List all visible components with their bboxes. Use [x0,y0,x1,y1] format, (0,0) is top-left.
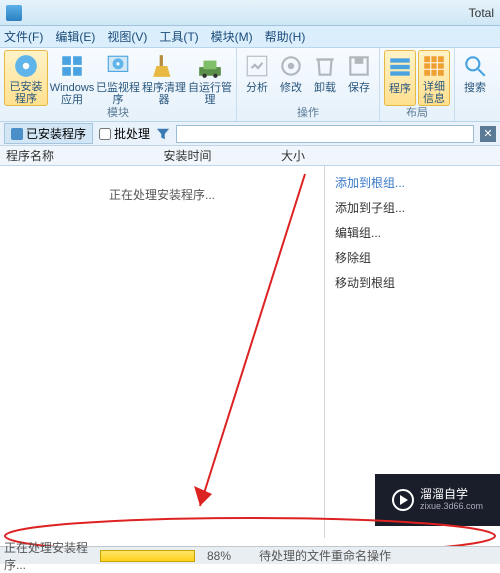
menu-help[interactable]: 帮助(H) [265,28,306,45]
side-add-sub[interactable]: 添加到子组... [325,195,500,220]
ribbon-group-layout: 程序 详细信息 布局 [380,48,455,121]
windows-icon [58,52,86,80]
search-icon [461,52,489,80]
ribbon-group-layout-label: 布局 [380,104,454,120]
menu-view[interactable]: 视图(V) [107,28,147,45]
ribbon-group-modules-label: 模块 [0,104,236,120]
program-list-pane: 正在处理安装程序... [0,166,325,538]
rbtn-cleaner[interactable]: 程序清理器 [142,50,186,106]
side-move-root[interactable]: 移动到根组 [325,270,500,295]
status-bar: 正在处理安装程序... 88% 待处理的文件重命名操作 [0,546,500,564]
ribbon: 已安装程序 Windows 应用 已监视程序 程序清理器 自运行管理 模块 [0,48,500,122]
rbtn-installed[interactable]: 已安装程序 [4,50,48,106]
app-title: Total [28,6,494,20]
rbtn-programs-label: 程序 [389,83,411,95]
grid-icon [420,53,448,79]
title-bar: Total [0,0,500,26]
rbtn-monitored[interactable]: 已监视程序 [96,50,140,106]
rbtn-monitored-label: 已监视程序 [96,82,140,106]
menu-file[interactable]: 文件(F) [4,28,43,45]
batch-checkbox-input[interactable] [99,128,111,140]
rbtn-winapps-label: Windows 应用 [50,82,95,106]
annotation-arrow [0,166,325,538]
ribbon-group-search: 搜索 [455,48,495,121]
rbtn-save-label: 保存 [348,82,370,94]
disc-icon [12,53,40,79]
filter-bar: 已安装程序 批处理 ✕ [0,122,500,146]
menu-bar: 文件(F) 编辑(E) 视图(V) 工具(T) 模块(M) 帮助(H) [0,26,500,48]
analyze-icon [243,52,271,80]
ribbon-group-modules: 已安装程序 Windows 应用 已监视程序 程序清理器 自运行管理 模块 [0,48,237,121]
filter-search-input[interactable] [176,125,474,143]
processing-message: 正在处理安装程序... [0,186,324,203]
side-add-root[interactable]: 添加到根组... [325,170,500,195]
col-size[interactable]: 大小 [255,147,325,164]
save-icon [345,52,373,80]
status-processing: 正在处理安装程序... [0,539,100,573]
status-pending: 待处理的文件重命名操作 [259,547,391,564]
rbtn-uninstall[interactable]: 卸载 [309,50,341,106]
rbtn-analyze[interactable]: 分析 [241,50,273,106]
rbtn-save[interactable]: 保存 [343,50,375,106]
rbtn-search[interactable]: 搜索 [459,50,491,106]
rbtn-uninstall-label: 卸载 [314,82,336,94]
batch-checkbox[interactable]: 批处理 [99,125,150,142]
rbtn-autorun[interactable]: 自运行管理 [188,50,232,106]
column-headers: 程序名称 安装时间 大小 [0,146,500,166]
close-icon[interactable]: ✕ [480,126,496,142]
ribbon-group-ops: 分析 修改 卸载 保存 操作 [237,48,380,121]
autorun-icon [196,52,224,80]
rbtn-winapps[interactable]: Windows 应用 [50,50,94,106]
watermark: 溜溜自学 zixue.3d66.com [375,474,500,526]
batch-checkbox-label: 批处理 [114,125,150,142]
rbtn-details[interactable]: 详细信息 [418,50,450,106]
gear-icon [277,52,305,80]
progress-bar [100,550,195,562]
funnel-icon[interactable] [156,127,170,141]
watermark-url: zixue.3d66.com [420,502,483,512]
rbtn-autorun-label: 自运行管理 [188,82,232,106]
menu-module[interactable]: 模块(M) [211,28,253,45]
rbtn-search-label: 搜索 [464,82,486,94]
rbtn-installed-label: 已安装程序 [5,81,47,105]
rbtn-cleaner-label: 程序清理器 [142,82,186,106]
trash-icon [311,52,339,80]
rbtn-analyze-label: 分析 [246,82,268,94]
rbtn-modify[interactable]: 修改 [275,50,307,106]
progress-percent: 88% [199,549,239,563]
rbtn-programs[interactable]: 程序 [384,50,416,106]
ribbon-group-ops-label: 操作 [237,104,379,120]
app-icon [6,5,22,21]
disc-small-icon [11,128,23,140]
menu-tool[interactable]: 工具(T) [159,28,198,45]
watermark-brand: 溜溜自学 [420,488,483,501]
side-edit-group[interactable]: 编辑组... [325,220,500,245]
list-icon [386,53,414,81]
col-installtime[interactable]: 安装时间 [120,147,255,164]
rbtn-modify-label: 修改 [280,82,302,94]
rbtn-details-label: 详细信息 [419,81,449,105]
menu-edit[interactable]: 编辑(E) [55,28,95,45]
play-icon [392,489,414,511]
side-remove-group[interactable]: 移除组 [325,245,500,270]
broom-icon [150,52,178,80]
col-name[interactable]: 程序名称 [0,147,120,164]
filter-tab-installed[interactable]: 已安装程序 [4,123,93,144]
monitor-disc-icon [104,52,132,80]
filter-tab-label: 已安装程序 [26,125,86,142]
